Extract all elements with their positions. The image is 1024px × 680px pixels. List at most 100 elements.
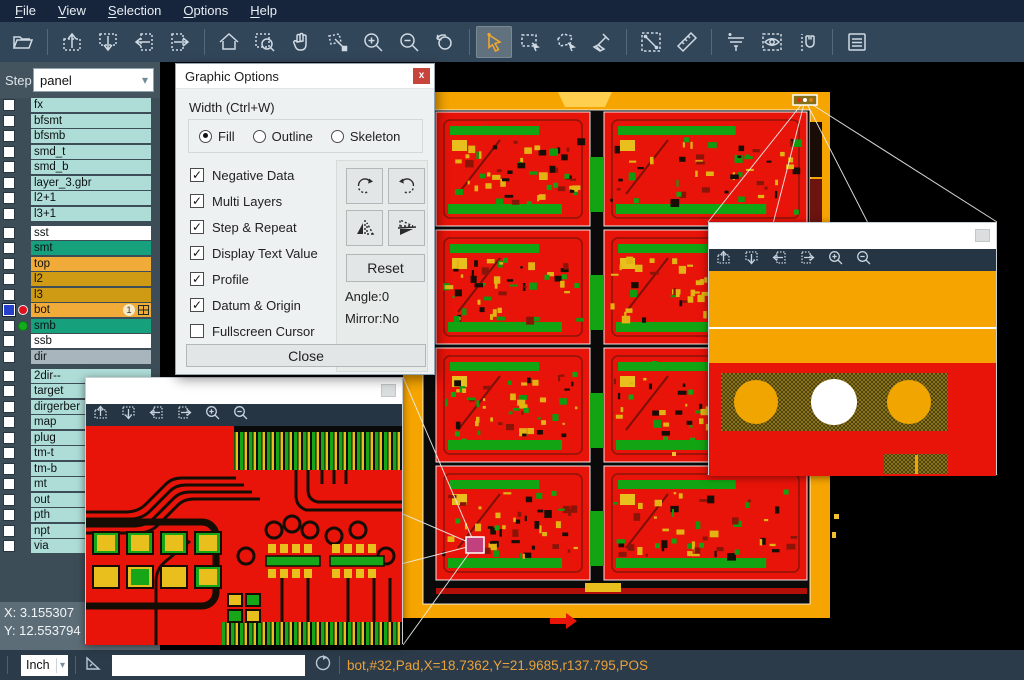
layer-name-cell[interactable]: smd_b — [31, 160, 151, 174]
radio-skeleton[interactable]: Skeleton — [331, 129, 409, 144]
layer-name-cell[interactable]: bot1 — [31, 303, 151, 317]
window-zoom-in-button[interactable] — [204, 404, 221, 426]
layer-row-smt[interactable]: smt — [0, 241, 160, 255]
layer-name-cell[interactable]: sst — [31, 226, 151, 240]
layer-checkbox[interactable] — [3, 227, 15, 239]
display-options-button[interactable] — [754, 26, 790, 58]
layer-name-cell[interactable]: l3 — [31, 288, 151, 302]
layer-name-cell[interactable]: smd_t — [31, 145, 151, 159]
checkbox-box-icon[interactable]: ✓ — [190, 246, 204, 260]
zoom-window-button[interactable] — [247, 26, 283, 58]
set-square-icon[interactable] — [83, 653, 103, 678]
menu-options[interactable]: Options — [172, 0, 239, 22]
layer-checkbox[interactable] — [3, 208, 15, 220]
window-pan-down-button[interactable] — [120, 404, 137, 426]
select-cursor-button[interactable] — [476, 26, 512, 58]
refresh-icon[interactable] — [314, 654, 332, 677]
unit-select[interactable]: Inch ▾ — [21, 655, 68, 676]
checkbox-fullscreen-cursor[interactable]: Fullscreen Cursor — [190, 318, 318, 344]
select-polygon-button[interactable] — [548, 26, 584, 58]
window-pan-down-button[interactable] — [743, 249, 760, 271]
layer-row-top[interactable]: top — [0, 257, 160, 271]
layer-checkbox[interactable] — [3, 161, 15, 173]
layer-checkbox[interactable] — [3, 351, 15, 363]
snap-tool-button[interactable] — [790, 26, 826, 58]
clean-tool-button[interactable] — [584, 26, 620, 58]
layer-checkbox[interactable] — [3, 416, 15, 428]
drag-zoom-button[interactable] — [319, 26, 355, 58]
pan-right-button[interactable] — [162, 26, 198, 58]
layer-checkbox[interactable] — [3, 447, 15, 459]
window-button[interactable] — [975, 229, 990, 242]
zoom-out-button[interactable] — [391, 26, 427, 58]
layer-row-smd_b[interactable]: smd_b — [0, 160, 160, 174]
zoom-window-pads[interactable] — [708, 222, 997, 475]
layer-checkbox[interactable] — [3, 525, 15, 537]
zoom-window-view[interactable] — [86, 426, 402, 645]
layer-checkbox[interactable] — [3, 177, 15, 189]
layer-name-cell[interactable]: l2+1 — [31, 191, 151, 205]
layer-checkbox[interactable] — [3, 463, 15, 475]
zoom-window-titlebar[interactable] — [86, 378, 402, 404]
checkbox-negative-data[interactable]: ✓Negative Data — [190, 162, 318, 188]
reset-button[interactable]: Reset — [346, 254, 425, 282]
measure-ruler-button[interactable] — [669, 26, 705, 58]
layer-row-ssb[interactable]: ssb — [0, 334, 160, 348]
rotate-cw-button[interactable] — [346, 168, 383, 204]
layer-checkbox[interactable] — [3, 99, 15, 111]
dialog-titlebar[interactable]: Graphic Options — [176, 64, 434, 89]
pan-left-button[interactable] — [126, 26, 162, 58]
layer-checkbox[interactable] — [3, 273, 15, 285]
checkbox-profile[interactable]: ✓Profile — [190, 266, 318, 292]
open-file-button[interactable] — [5, 26, 41, 58]
layer-checkbox[interactable] — [3, 192, 15, 204]
mirror-vertical-button[interactable] — [388, 210, 425, 246]
mirror-horizontal-button[interactable] — [346, 210, 383, 246]
filter-tool-button[interactable] — [718, 26, 754, 58]
zoom-in-button[interactable] — [355, 26, 391, 58]
layer-checkbox[interactable] — [3, 494, 15, 506]
checkbox-box-icon[interactable]: ✓ — [190, 220, 204, 234]
window-button[interactable] — [381, 384, 396, 397]
menu-view[interactable]: View — [47, 0, 97, 22]
checkbox-box-icon[interactable]: ✓ — [190, 194, 204, 208]
layer-checkbox[interactable] — [3, 115, 15, 127]
zoom-previous-button[interactable] — [427, 26, 463, 58]
layer-checkbox[interactable] — [3, 320, 15, 332]
layer-row-l2[interactable]: l2 — [0, 272, 160, 286]
checkbox-step-repeat[interactable]: ✓Step & Repeat — [190, 214, 318, 240]
layer-name-cell[interactable]: smb — [31, 319, 151, 333]
layer-row-l2+1[interactable]: l2+1 — [0, 191, 160, 205]
layer-checkbox[interactable] — [3, 258, 15, 270]
layer-name-cell[interactable]: smt — [31, 241, 151, 255]
layer-row-bfsmt[interactable]: bfsmt — [0, 114, 160, 128]
layer-checkbox[interactable] — [3, 478, 15, 490]
checkbox-box-icon[interactable] — [190, 324, 204, 338]
radio-circle-icon[interactable] — [331, 130, 344, 143]
layer-row-fx[interactable]: fx — [0, 98, 160, 112]
layer-name-cell[interactable]: bfsmb — [31, 129, 151, 143]
menu-file[interactable]: File — [4, 0, 47, 22]
checkbox-datum-origin[interactable]: ✓Datum & Origin — [190, 292, 318, 318]
zoom-home-button[interactable] — [211, 26, 247, 58]
layer-checkbox[interactable] — [3, 432, 15, 444]
layer-row-dir[interactable]: dir — [0, 350, 160, 364]
radio-circle-icon[interactable] — [199, 130, 212, 143]
checkbox-display-text-value[interactable]: ✓Display Text Value — [190, 240, 318, 266]
layer-row-smb[interactable]: smb — [0, 319, 160, 333]
radio-fill[interactable]: Fill — [199, 129, 243, 144]
layer-name-cell[interactable]: l2 — [31, 272, 151, 286]
window-pan-left-button[interactable] — [771, 249, 788, 271]
zoom-window-titlebar[interactable] — [709, 223, 996, 249]
radio-circle-icon[interactable] — [253, 130, 266, 143]
pan-up-button[interactable] — [54, 26, 90, 58]
layer-name-cell[interactable]: dir — [31, 350, 151, 364]
pan-down-button[interactable] — [90, 26, 126, 58]
layer-row-bot[interactable]: bot1 — [0, 303, 160, 317]
layer-name-cell[interactable]: top — [31, 257, 151, 271]
zoom-window-detail[interactable] — [85, 377, 403, 644]
layer-row-sst[interactable]: sst — [0, 226, 160, 240]
command-input[interactable] — [112, 655, 305, 676]
layer-checkbox[interactable] — [3, 304, 15, 316]
layer-name-cell[interactable]: bfsmt — [31, 114, 151, 128]
